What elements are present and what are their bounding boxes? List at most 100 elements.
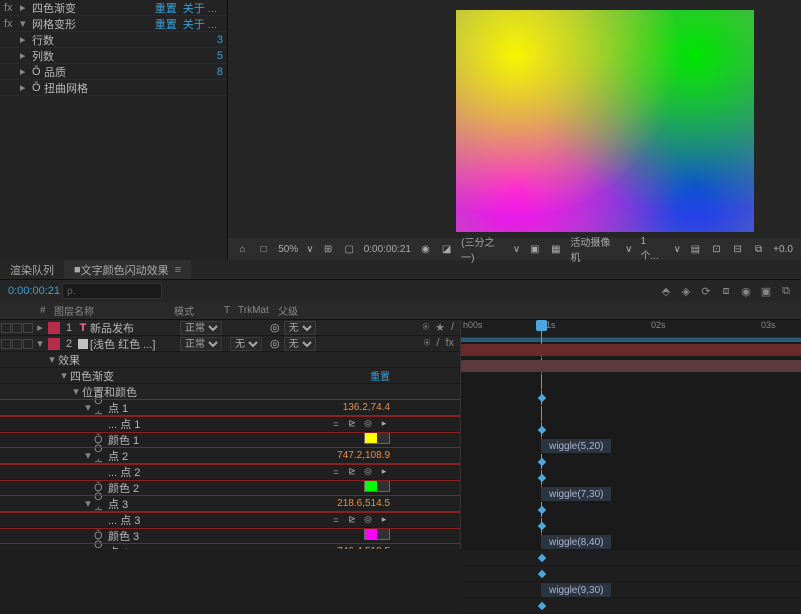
comp-mini-icon[interactable]: ⬘	[659, 285, 673, 298]
color-swatch[interactable]	[364, 528, 390, 540]
time-ruler[interactable]: h00s 01s 02s 03s	[461, 320, 801, 338]
grid-icon[interactable]: ⊞	[322, 244, 335, 255]
keyframe-icon[interactable]	[538, 474, 546, 482]
close-icon[interactable]: ≡	[175, 264, 181, 276]
vis-toggle[interactable]	[1, 323, 11, 333]
expr-menu-icon[interactable]: ▸	[378, 514, 390, 526]
effects-group[interactable]: ▾效果	[0, 352, 460, 368]
frame-blend-icon[interactable]: ⧈	[719, 285, 733, 298]
tab-render-queue[interactable]: 渲染队列	[0, 260, 64, 279]
reset-link[interactable]: 重置	[155, 16, 177, 32]
views-picker[interactable]: 1 个...	[640, 236, 665, 262]
expr-menu-icon[interactable]: ▸	[378, 466, 390, 478]
layer-row[interactable]: ▸ 1 T 新品发布 正常 ◎ 无 ⍟★/	[0, 320, 460, 336]
parent-select[interactable]: 无	[284, 337, 316, 351]
draft3d-icon[interactable]: ◈	[679, 285, 693, 298]
blend-mode-select[interactable]: 正常	[180, 321, 222, 335]
camera-picker[interactable]: 活动摄像机	[570, 234, 617, 264]
expression-text[interactable]: wiggle(8,40)	[541, 535, 611, 549]
tab-composition[interactable]: ■ 文字颜色闪动效果≡	[64, 260, 191, 279]
expr-enable-icon[interactable]: =	[330, 466, 342, 478]
transparency-icon[interactable]: ▦	[549, 244, 562, 255]
stopwatch-icon[interactable]: Ŏ ⩪	[94, 395, 108, 420]
parent-select[interactable]: 无	[284, 321, 316, 335]
composition-preview[interactable]: ⌂ □ 50% ∨ ⊞ ▢ 0:00:00:21 ◉ ◪ (三分之一)∨ ▣ ▦…	[228, 0, 801, 260]
about-link[interactable]: 关于 ...	[183, 0, 217, 16]
expr-graph-icon[interactable]: ⊵	[346, 418, 358, 430]
prop-point[interactable]: ▾Ŏ ⩪ 点 4746.4,518.5	[0, 544, 460, 549]
view1-icon[interactable]: ▤	[689, 244, 702, 255]
twirl-icon[interactable]: ▾	[20, 17, 32, 30]
pos-color-group[interactable]: ▾位置和颜色	[0, 384, 460, 400]
effect-prop[interactable]: ▸ Ŏ 品质 8	[0, 64, 227, 80]
view2-icon[interactable]: ⊡	[710, 244, 723, 255]
view3-icon[interactable]: ⊟	[731, 244, 744, 255]
pickwhip-icon[interactable]: ◎	[362, 418, 374, 430]
view4-icon[interactable]: ⧉	[752, 244, 765, 255]
resolution-picker[interactable]: (三分之一)	[461, 234, 505, 264]
label-swatch[interactable]	[48, 338, 60, 350]
twirl-icon[interactable]: ▾	[34, 337, 46, 350]
expression-text[interactable]: wiggle(9,30)	[541, 583, 611, 597]
keyframe-icon[interactable]	[538, 554, 546, 562]
expr-menu-icon[interactable]: ▸	[378, 418, 390, 430]
prop-color[interactable]: Ŏ颜色 2	[0, 480, 460, 496]
prop-color[interactable]: Ŏ颜色 1	[0, 432, 460, 448]
pickwhip-icon[interactable]: ◎	[362, 514, 374, 526]
keyframe-icon[interactable]	[538, 458, 546, 466]
prop-point-expr[interactable]: ... 点 1=⊵◎▸	[0, 416, 460, 432]
mask-icon[interactable]: ▢	[343, 244, 356, 255]
stopwatch-icon[interactable]: Ŏ ⩪	[94, 491, 108, 516]
effect-prop[interactable]: ▸ Ŏ 扭曲网格	[0, 80, 227, 96]
prop-point[interactable]: ▾Ŏ ⩪ 点 1136.2,74.4	[0, 400, 460, 416]
prop-value[interactable]: 8	[217, 66, 223, 78]
prop-point-expr[interactable]: ... 点 2=⊵◎▸	[0, 464, 460, 480]
shy-icon[interactable]: ⟳	[699, 285, 713, 298]
stopwatch-icon[interactable]: Ŏ	[32, 66, 44, 78]
pickwhip-icon[interactable]: ◎	[362, 466, 374, 478]
prop-point[interactable]: ▾Ŏ ⩪ 点 2747.2,108.9	[0, 448, 460, 464]
expression-text[interactable]: wiggle(5,20)	[541, 439, 611, 453]
prop-point[interactable]: ▾Ŏ ⩪ 点 3218.6,514.5	[0, 496, 460, 512]
switch-icon[interactable]: ⍟	[422, 321, 429, 334]
expr-graph-icon[interactable]: ⊵	[346, 514, 358, 526]
expr-enable-icon[interactable]: =	[330, 514, 342, 526]
prop-value[interactable]: 5	[217, 50, 223, 62]
motion-blur-icon[interactable]: ◉	[739, 285, 753, 298]
effect-instance[interactable]: ▾四色渐变重置	[0, 368, 460, 384]
switch-icon[interactable]: ★	[435, 321, 445, 334]
snapshot-icon[interactable]: ◉	[419, 244, 432, 255]
reset-link[interactable]: 重置	[155, 0, 177, 16]
color-swatch[interactable]	[364, 480, 390, 492]
effect-item[interactable]: fx ▸ 四色渐变 重置 关于 ...	[0, 0, 227, 16]
timeline-tracks[interactable]: h00s 01s 02s 03s wiggle(5,20) wiggle(7,3…	[460, 320, 801, 549]
stopwatch-icon[interactable]: Ŏ ⩪	[94, 443, 108, 468]
effect-item[interactable]: fx ▾ 网格变形 重置 关于 ...	[0, 16, 227, 32]
twirl-icon[interactable]: ▸	[34, 321, 46, 334]
keyframe-icon[interactable]	[538, 426, 546, 434]
switch-icon[interactable]: ⍟	[424, 337, 431, 350]
layer-bar[interactable]	[461, 344, 801, 356]
expression-text[interactable]: wiggle(7,30)	[541, 487, 611, 501]
graph-icon[interactable]: ▣	[759, 285, 773, 298]
layer-bar[interactable]	[461, 360, 801, 372]
effect-prop[interactable]: ▸ 列数 5	[0, 48, 227, 64]
fx-icon[interactable]: fx	[445, 337, 454, 350]
layer-name[interactable]: [浅色 红色 ...]	[90, 336, 180, 352]
twirl-icon[interactable]: ▸	[20, 1, 32, 14]
exposure-value[interactable]: +0.0	[773, 244, 793, 255]
color-swatch[interactable]	[364, 432, 390, 444]
keyframe-icon[interactable]	[538, 506, 546, 514]
keyframe-icon[interactable]	[538, 394, 546, 402]
about-link[interactable]: 关于 ...	[183, 16, 217, 32]
roi-icon[interactable]: ▣	[528, 244, 541, 255]
magnify-icon[interactable]: ⌂	[236, 244, 249, 255]
brainstorm-icon[interactable]: ⧉	[779, 285, 793, 298]
stopwatch-icon[interactable]: Ŏ	[32, 82, 44, 94]
vis-toggle[interactable]	[1, 339, 11, 349]
expr-enable-icon[interactable]: =	[330, 418, 342, 430]
blend-mode-select[interactable]: 正常	[180, 337, 222, 351]
stopwatch-icon[interactable]: Ŏ ⩪	[94, 539, 108, 549]
keyframe-icon[interactable]	[538, 522, 546, 530]
hand-icon[interactable]: □	[257, 244, 270, 255]
